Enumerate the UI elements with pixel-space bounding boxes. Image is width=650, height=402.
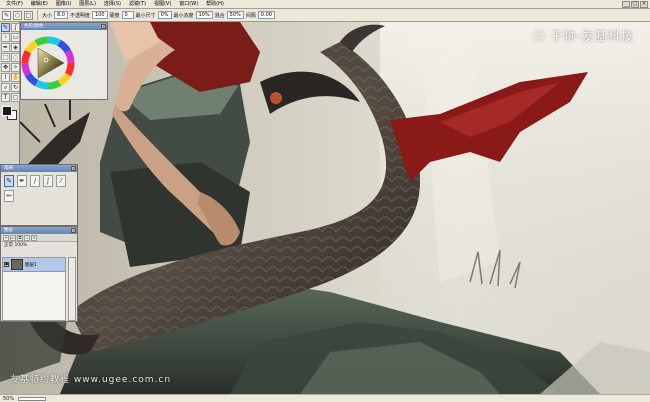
fill-icon[interactable]: ◈ bbox=[11, 43, 20, 52]
pencil-icon[interactable]: ✎ bbox=[1, 23, 10, 32]
blend-label: 混合 bbox=[214, 12, 225, 19]
brush-watercolor-icon[interactable]: ∫ bbox=[43, 175, 53, 187]
size-label: 大小 bbox=[42, 12, 53, 19]
menu-edit[interactable]: 编辑(E) bbox=[27, 0, 52, 9]
text-icon[interactable]: T bbox=[1, 93, 10, 102]
merge-layer-icon[interactable]: ⇣ bbox=[24, 234, 30, 241]
layer-name: 图层1 bbox=[25, 262, 37, 268]
watermark-top: ⓒ 子翀-友基科技 bbox=[532, 29, 634, 43]
menu-file[interactable]: 文件(F) bbox=[2, 0, 27, 9]
magic-wand-icon[interactable]: ✧ bbox=[11, 63, 20, 72]
zoom-icon[interactable]: ⌕ bbox=[1, 83, 10, 92]
eye-icon[interactable]: ● bbox=[4, 262, 9, 267]
app-window: 文件(F) 编辑(E) 图像(I) 图层(L) 选择(S) 滤镜(T) 视图(V… bbox=[0, 0, 650, 402]
layer-options: 正常 100% bbox=[1, 242, 77, 256]
zoom-slider[interactable] bbox=[18, 396, 47, 401]
color-wheel-area[interactable] bbox=[21, 30, 107, 99]
close-icon[interactable]: × bbox=[71, 166, 76, 171]
color-wheel-panel-title: 色轮/颜色 × bbox=[21, 23, 107, 30]
rotate-icon[interactable]: ↻ bbox=[11, 83, 20, 92]
close-icon[interactable]: × bbox=[71, 228, 76, 233]
layer-opacity[interactable]: 100% bbox=[14, 243, 27, 248]
menu-select[interactable]: 选择(S) bbox=[100, 0, 125, 9]
layer-panel-title: 图层 × bbox=[1, 227, 77, 234]
spacing-label: 间隔 bbox=[245, 12, 256, 19]
duplicate-layer-icon[interactable]: ⧉ bbox=[17, 234, 23, 241]
hardness-label: 硬度 bbox=[109, 12, 120, 19]
layer-mode[interactable]: 正常 bbox=[4, 243, 13, 248]
menu-help[interactable]: 帮助(H) bbox=[202, 0, 228, 9]
color-wheel-title-text: 色轮/颜色 bbox=[24, 24, 44, 29]
layer-toolbar: + ▭ ⧉ ⇣ × bbox=[1, 234, 77, 242]
tool-palette: ✎ ∫ ⁘ ▭ ✒ ◈ ⬚ ◌ ✥ ✧ ⌇ ✋ ⌕ ↻ T ◻ bbox=[0, 22, 20, 164]
maximize-button[interactable]: □ bbox=[631, 1, 639, 8]
brush-panel: 笔刷 × ✎ ✒ ∕ ∫ ⁄ ✏ bbox=[0, 164, 78, 226]
new-layer-icon[interactable]: + bbox=[3, 234, 9, 241]
opacity-label: 不透明度 bbox=[69, 12, 90, 19]
shape-circle-icon[interactable]: ○ bbox=[13, 10, 22, 20]
min-size-label: 最小尺寸 bbox=[135, 12, 156, 19]
hand-icon[interactable]: ✋ bbox=[11, 73, 20, 82]
brush-custom-icon[interactable]: ✏ bbox=[4, 190, 14, 202]
color-wheel-icon[interactable] bbox=[21, 30, 107, 99]
hardness-field[interactable]: 0 bbox=[121, 11, 134, 19]
eraser-icon[interactable]: ▭ bbox=[11, 33, 20, 42]
layer-scrollbar[interactable] bbox=[68, 257, 76, 321]
close-button[interactable]: × bbox=[640, 1, 648, 8]
layer-panel-title-text: 图层 bbox=[4, 228, 13, 233]
min-density-field[interactable]: 10% bbox=[195, 11, 213, 19]
zoom-level[interactable]: 50% bbox=[3, 396, 14, 402]
menu-filter[interactable]: 滤镜(T) bbox=[125, 0, 150, 9]
size-field[interactable]: 8.0 bbox=[54, 11, 68, 19]
blend-field[interactable]: 50% bbox=[226, 11, 244, 19]
layer-row[interactable]: ● 图层1 bbox=[3, 258, 65, 272]
shape-square-icon[interactable]: □ bbox=[24, 10, 33, 20]
menu-window[interactable]: 窗口(W) bbox=[175, 0, 202, 9]
divider bbox=[37, 10, 38, 20]
color-wheel-panel: 色轮/颜色 × bbox=[20, 22, 108, 100]
menu-image[interactable]: 图像(I) bbox=[52, 0, 75, 9]
foreground-color-swatch[interactable] bbox=[2, 106, 12, 116]
move-icon[interactable]: ✥ bbox=[1, 63, 10, 72]
brush-preset-icon[interactable]: ✎ bbox=[2, 10, 11, 20]
new-folder-icon[interactable]: ▭ bbox=[10, 234, 16, 241]
brush-pencil-icon[interactable]: ✎ bbox=[4, 175, 14, 187]
airbrush-icon[interactable]: ⁘ bbox=[1, 33, 10, 42]
spacing-field[interactable]: 0.00 bbox=[257, 11, 275, 19]
brush-panel-title: 笔刷 × bbox=[1, 165, 77, 172]
brush-icon[interactable]: ∫ bbox=[11, 23, 20, 32]
min-density-label: 最小浓度 bbox=[173, 12, 194, 19]
minimize-button[interactable]: _ bbox=[622, 1, 630, 8]
menu-layer[interactable]: 图层(L) bbox=[75, 0, 100, 9]
close-icon[interactable]: × bbox=[101, 24, 106, 29]
brush-marker-icon[interactable]: ∕ bbox=[30, 175, 40, 187]
brush-ink-icon[interactable]: ✒ bbox=[17, 175, 27, 187]
watermark-bottom: 友基特约教程 www.ugee.com.cn bbox=[10, 375, 172, 385]
lasso-icon[interactable]: ◌ bbox=[11, 53, 20, 62]
status-bar: 50% bbox=[0, 394, 650, 402]
layer-list: ● 图层1 bbox=[2, 257, 66, 321]
delete-layer-icon[interactable]: × bbox=[31, 234, 37, 241]
color-swatches bbox=[1, 105, 19, 121]
eyedropper-icon[interactable]: ⌇ bbox=[1, 73, 10, 82]
window-controls: _ □ × bbox=[622, 1, 648, 8]
layer-panel: 图层 × + ▭ ⧉ ⇣ × 正常 100% ● 图层1 bbox=[0, 226, 78, 322]
brush-crayon-icon[interactable]: ⁄ bbox=[56, 175, 66, 187]
brush-panel-title-text: 笔刷 bbox=[4, 166, 13, 171]
min-size-field[interactable]: 0% bbox=[157, 11, 172, 19]
layer-thumbnail bbox=[11, 259, 23, 270]
opacity-field[interactable]: 100 bbox=[91, 11, 108, 19]
pen-icon[interactable]: ✒ bbox=[1, 43, 10, 52]
menu-view[interactable]: 视图(V) bbox=[150, 0, 175, 9]
shape-icon[interactable]: ◻ bbox=[11, 93, 20, 102]
brush-options-bar: ✎ ○ □ 大小 8.0 不透明度 100 硬度 0 最小尺寸 0% 最小浓度 … bbox=[0, 9, 650, 22]
marquee-icon[interactable]: ⬚ bbox=[1, 53, 10, 62]
menu-bar: 文件(F) 编辑(E) 图像(I) 图层(L) 选择(S) 滤镜(T) 视图(V… bbox=[0, 0, 650, 9]
